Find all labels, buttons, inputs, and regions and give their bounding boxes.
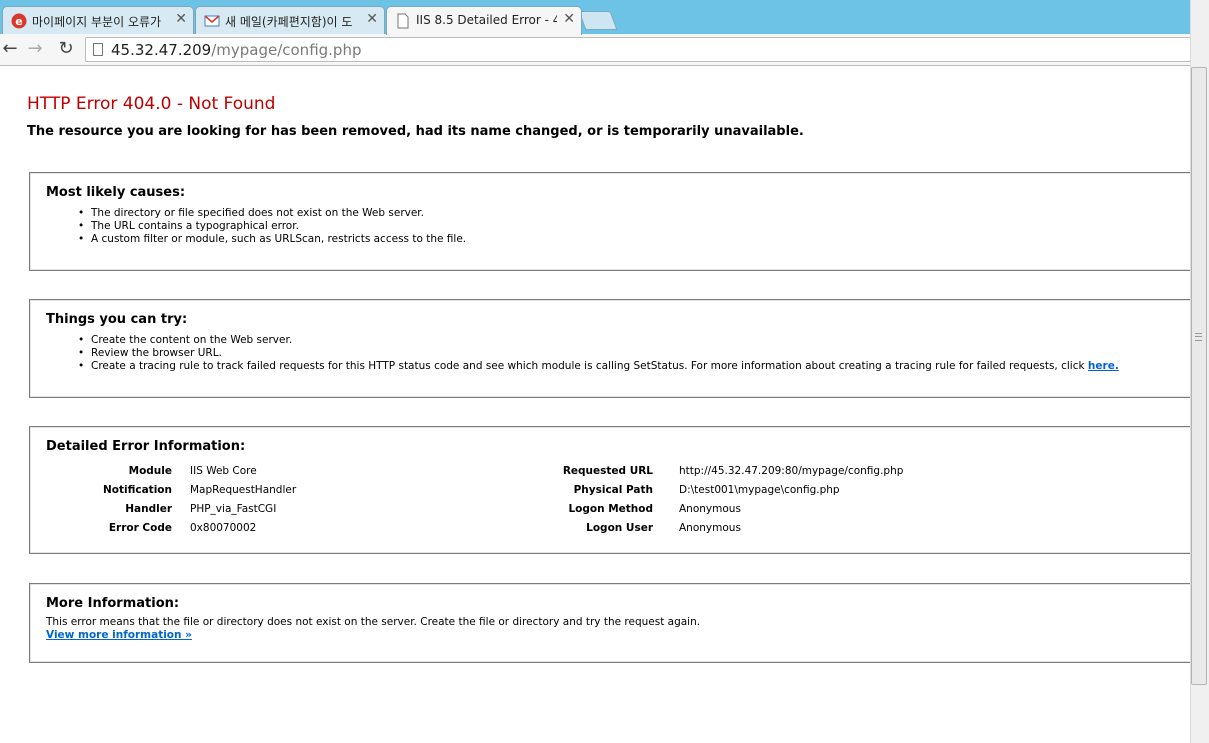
details-left-column: Module IIS Web Core Notification MapReques… xyxy=(46,465,296,541)
back-arrow-icon[interactable]: ← xyxy=(0,39,20,59)
detail-value: IIS Web Core xyxy=(190,465,257,477)
tab-title: 새 메일(카페편지함)이 도 xyxy=(225,15,353,29)
tab-mypage[interactable]: e 마이페이지 부분이 오류가 ✕ xyxy=(2,6,194,34)
causes-box: Most likely causes: The directory or fil… xyxy=(29,172,1190,271)
tab-strip: e 마이페이지 부분이 오류가 ✕ 새 메일(카페편지함)이 도 ✕ IIS 8… xyxy=(0,0,1209,35)
tab-title: IIS 8.5 Detailed Error - 404.0 xyxy=(416,13,557,27)
scrollbar-grip-icon xyxy=(1195,333,1202,341)
tab-close-icon[interactable]: ✕ xyxy=(366,11,378,27)
scrollbar-thumb[interactable] xyxy=(1191,67,1207,685)
new-tab-button[interactable] xyxy=(578,11,618,30)
address-url[interactable]: 45.32.47.209/mypage/config.php xyxy=(111,41,361,59)
page-content: HTTP Error 404.0 - Not Found The resourc… xyxy=(0,66,1190,743)
things-to-try-box: Things you can try: Create the content o… xyxy=(29,299,1190,398)
list-item: Create the content on the Web server. xyxy=(78,334,1190,347)
tab-title: 마이페이지 부분이 오류가 xyxy=(32,15,162,29)
tab-close-icon[interactable]: ✕ xyxy=(175,11,187,27)
view-more-information-link[interactable]: View more information » xyxy=(46,629,192,641)
browser-toolbar: ← → ↻ 45.32.47.209/mypage/config.php xyxy=(0,34,1209,66)
more-info-text: This error means that the file or direct… xyxy=(46,616,701,628)
detail-label: Logon User xyxy=(586,522,653,534)
details-heading: Detailed Error Information: xyxy=(46,439,246,454)
address-bar[interactable]: 45.32.47.209/mypage/config.php xyxy=(85,37,1191,62)
tracing-help-link[interactable]: here. xyxy=(1088,360,1119,372)
detail-row: Handler PHP_via_FastCGI xyxy=(46,503,296,522)
detail-row: Logon Method Anonymous xyxy=(479,503,903,522)
causes-list: The directory or file specified does not… xyxy=(46,207,1190,246)
tab-iis-error[interactable]: IIS 8.5 Detailed Error - 404.0 ✕ xyxy=(386,6,582,35)
detail-row: Logon User Anonymous xyxy=(479,522,903,541)
detail-value: 0x80070002 xyxy=(190,522,257,534)
things-to-try-heading: Things you can try: xyxy=(46,312,188,327)
tab-mail[interactable]: 새 메일(카페편지함)이 도 ✕ xyxy=(195,6,385,34)
more-info-heading: More Information: xyxy=(46,596,180,611)
detail-row: Requested URL http://45.32.47.209:80/mypa… xyxy=(479,465,904,484)
more-info-link-row: View more information » xyxy=(46,629,1190,642)
detailed-error-box: Detailed Error Information: Module IIS We… xyxy=(29,426,1190,554)
detail-value: Anonymous xyxy=(679,503,741,515)
page-icon xyxy=(397,13,409,29)
reload-icon[interactable]: ↻ xyxy=(56,39,76,59)
details-right-column: Requested URL http://45.32.47.209:80/mypa… xyxy=(479,465,904,541)
list-item: Create a tracing rule to track failed re… xyxy=(78,360,1190,373)
causes-heading: Most likely causes: xyxy=(46,185,186,200)
detail-label: Error Code xyxy=(108,522,172,534)
detail-value: MapRequestHandler xyxy=(190,484,297,496)
more-information-box: More Information: This error means that … xyxy=(29,583,1190,663)
error-description: The resource you are looking for has bee… xyxy=(27,124,804,139)
list-item: A custom filter or module, such as URLSc… xyxy=(78,233,1190,246)
detail-value: D:\test001\mypage\config.php xyxy=(679,484,840,496)
detail-label: Logon Method xyxy=(568,503,653,515)
detail-row: Notification MapRequestHandler xyxy=(46,484,296,503)
page-icon xyxy=(93,43,103,56)
svg-text:e: e xyxy=(15,15,22,28)
tab-close-icon[interactable]: ✕ xyxy=(563,11,575,27)
detail-row: Physical Path D:\test001\mypage\config.ph… xyxy=(479,484,903,503)
list-item: Review the browser URL. xyxy=(78,347,1190,360)
red-e-icon: e xyxy=(11,13,27,29)
detail-value: http://45.32.47.209:80/mypage/config.php xyxy=(679,465,904,477)
detail-label: Module xyxy=(128,465,172,477)
things-to-try-list: Create the content on the Web server. Re… xyxy=(46,334,1190,373)
list-item: The directory or file specified does not… xyxy=(78,207,1190,220)
list-item: The URL contains a typographical error. xyxy=(78,220,1190,233)
forward-arrow-icon[interactable]: → xyxy=(25,39,45,59)
detail-label: Handler xyxy=(125,503,172,515)
detail-row: Module IIS Web Core xyxy=(46,465,296,484)
list-item-text: Create a tracing rule to track failed re… xyxy=(91,360,1088,372)
detail-value: Anonymous xyxy=(679,522,741,534)
detail-label: Physical Path xyxy=(573,484,653,496)
mail-icon xyxy=(204,15,220,27)
detail-value: PHP_via_FastCGI xyxy=(190,503,277,515)
detail-label: Requested URL xyxy=(562,465,653,477)
detail-label: Notification xyxy=(102,484,172,496)
error-title: HTTP Error 404.0 - Not Found xyxy=(27,94,276,114)
detail-row: Error Code 0x80070002 xyxy=(46,522,296,541)
